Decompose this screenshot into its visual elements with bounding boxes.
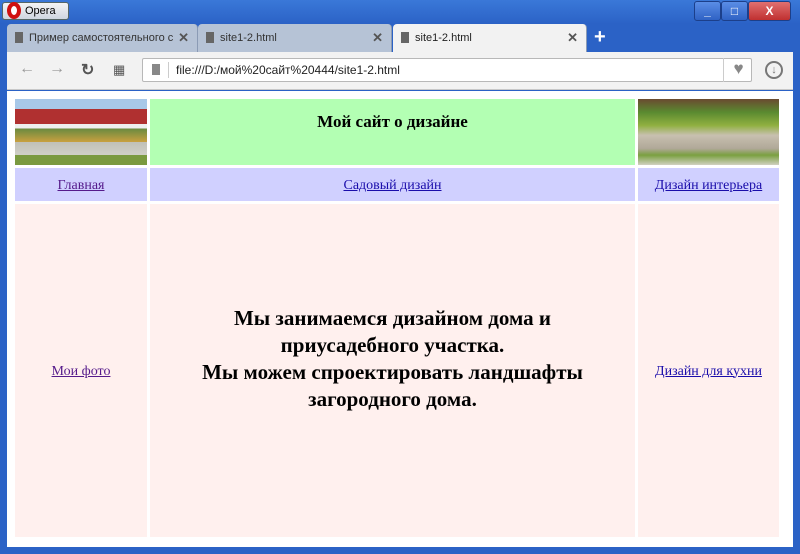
house-garden-image (15, 99, 147, 165)
document-icon (15, 32, 23, 43)
download-icon[interactable]: ↓ (765, 61, 783, 79)
tab-1[interactable]: Пример самостоятельного с ✕ (7, 24, 198, 52)
tab-3-active[interactable]: site1-2.html ✕ (393, 24, 587, 52)
speed-dial-icon[interactable]: ▦ (113, 62, 125, 78)
minimize-button[interactable]: _ (694, 1, 721, 21)
document-icon (401, 32, 409, 43)
nav-link-garden[interactable]: Садовый дизайн (343, 178, 441, 193)
reload-icon[interactable]: ↻ (81, 60, 94, 80)
back-icon[interactable]: ← (19, 60, 35, 78)
page-title: Мой сайт о дизайне (317, 112, 468, 131)
rock-garden-image (638, 99, 779, 165)
maximize-button[interactable]: □ (721, 1, 748, 21)
layout-table: Мой сайт о дизайне Главная Садовый дизай… (12, 96, 782, 540)
close-tab-icon[interactable]: ✕ (567, 24, 578, 52)
toolbar: ← → ↻ ▦ file:///D:/мой%20сайт%20444/site… (7, 52, 793, 90)
document-icon (206, 32, 214, 43)
close-window-button[interactable]: X (748, 1, 791, 21)
address-bar[interactable]: file:///D:/мой%20сайт%20444/site1-2.html… (142, 58, 752, 82)
link-kitchen-design[interactable]: Дизайн для кухни (655, 364, 762, 379)
close-tab-icon[interactable]: ✕ (178, 24, 189, 52)
tab-bar: Пример самостоятельного с ✕ site1-2.html ✕… (7, 24, 793, 52)
main-text: Мы занимаемся дизайном дома и приусадебн… (202, 305, 583, 411)
opera-logo-icon (7, 2, 21, 19)
document-icon (152, 64, 160, 75)
tab-2[interactable]: site1-2.html ✕ (198, 24, 392, 52)
link-my-photos[interactable]: Мои фото (52, 364, 111, 379)
nav-link-home[interactable]: Главная (58, 178, 105, 193)
close-tab-icon[interactable]: ✕ (372, 24, 383, 52)
heart-icon[interactable]: ♥ (723, 58, 753, 82)
forward-icon[interactable]: → (49, 60, 65, 78)
new-tab-button[interactable]: + (594, 26, 606, 49)
nav-link-interior[interactable]: Дизайн интерьера (655, 178, 762, 193)
title-bar: Opera _ □ X (0, 0, 800, 24)
page-content: Мой сайт о дизайне Главная Садовый дизай… (7, 91, 793, 547)
opera-menu-button[interactable]: Opera (2, 2, 69, 20)
